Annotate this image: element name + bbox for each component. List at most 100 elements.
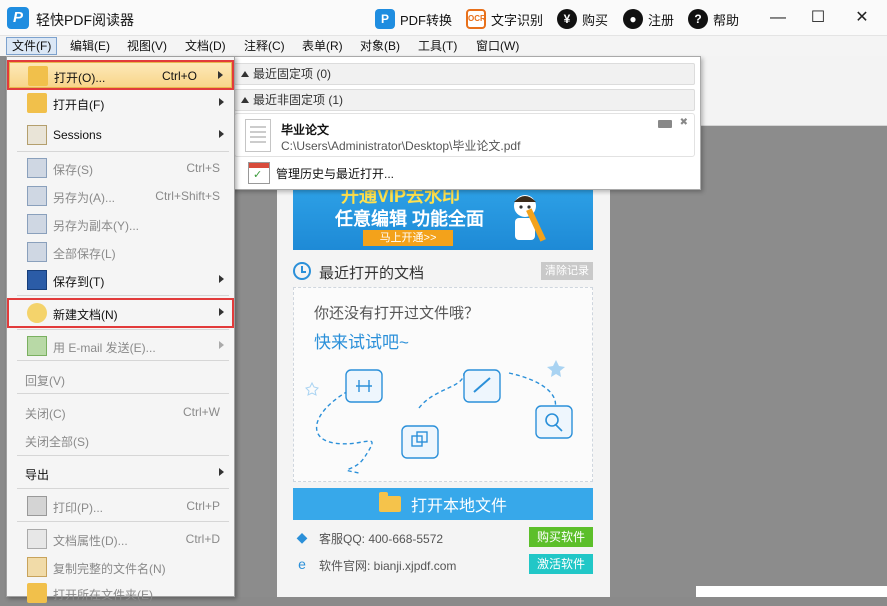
properties-icon [27, 529, 47, 549]
menu-separator [17, 360, 229, 361]
menu-item-new-document[interactable]: 新建文档(N) [7, 298, 234, 328]
open-from-icon [27, 93, 47, 113]
menu-item-print[interactable]: 打印(P)... Ctrl+P [9, 493, 232, 519]
menu-edit[interactable]: 编辑(E) [65, 37, 115, 55]
menu-form[interactable]: 表单(R) [297, 37, 348, 55]
menu-item-label: 复制完整的文件名(N) [53, 562, 166, 576]
ocr-icon: OCR [466, 9, 486, 29]
menu-item-save-copy[interactable]: 另存为副本(Y)... [9, 211, 232, 237]
menu-bar: 文件(F) 编辑(E) 视图(V) 文档(D) 注释(C) 表单(R) 对象(B… [0, 36, 887, 56]
menu-item-sessions[interactable]: Sessions [9, 122, 232, 148]
menu-separator [17, 488, 229, 489]
menu-view[interactable]: 视图(V) [122, 37, 172, 55]
menu-item-open-folder[interactable]: 打开所在文件夹(E) [9, 580, 232, 606]
menu-tools[interactable]: 工具(T) [413, 37, 462, 55]
menu-item-label: 导出 [25, 468, 50, 482]
clock-icon [293, 262, 311, 280]
title-bar: P 轻快PDF阅读器 P PDF转换 OCR 文字识别 ¥ 购买 ● 注册 ? … [0, 0, 887, 36]
app-logo-icon: P [7, 7, 29, 29]
empty-message: 你还没有打开过文件哦？ [314, 305, 480, 322]
banner-open-vip-button[interactable]: 马上开通>> [363, 230, 453, 246]
calendar-icon [248, 162, 270, 184]
open-local-file-button[interactable]: 打开本地文件 [293, 488, 593, 520]
menu-item-label: Sessions [53, 128, 102, 142]
recent-file-name: 毕业论文 [281, 123, 330, 137]
vip-banner[interactable]: 开通VIP去水印 任意编辑 功能全面 马上开通>> [293, 180, 593, 250]
menu-separator [17, 521, 229, 522]
menu-item-label: 保存到(T) [53, 275, 105, 289]
menu-item-shortcut: Ctrl+O [161, 69, 197, 83]
menu-item-label: 新建文档(N) [53, 308, 118, 322]
register-button[interactable]: ● 注册 [623, 8, 674, 30]
menu-item-revert[interactable]: 回复(V) [9, 366, 232, 392]
menu-item-save[interactable]: 保存(S) Ctrl+S [9, 155, 232, 181]
submenu-arrow-icon [219, 130, 224, 138]
menu-item-label: 打开自(F) [53, 98, 105, 112]
menu-item-open-from[interactable]: 打开自(F) [9, 90, 232, 116]
remove-icon[interactable]: ✖ [680, 117, 688, 128]
menu-item-shortcut: Ctrl+D [185, 532, 220, 546]
ocr-button[interactable]: OCR 文字识别 [466, 8, 543, 30]
menu-object[interactable]: 对象(B) [355, 37, 405, 55]
user-icon: ● [623, 9, 643, 29]
menu-item-label: 关闭(C) [25, 407, 66, 421]
help-button[interactable]: ? 帮助 [688, 8, 739, 30]
activate-software-button[interactable]: 激活软件 [528, 554, 593, 574]
menu-item-save-all[interactable]: 全部保存(L) [9, 239, 232, 265]
start-panel: 开通VIP去水印 任意编辑 功能全面 马上开通>> 最近打开的文档 清除记录 你… [277, 180, 610, 597]
buy-button[interactable]: ¥ 购买 [557, 8, 608, 30]
menu-item-copy-filename[interactable]: 复制完整的文件名(N) [9, 554, 232, 580]
save-all-icon [27, 242, 47, 262]
banner-subline: 任意编辑 功能全面 [335, 209, 485, 229]
menu-item-label: 保存(S) [53, 163, 93, 177]
menu-item-label: 用 E-mail 发送(E)... [53, 341, 156, 355]
menu-separator [17, 295, 229, 296]
menu-comment[interactable]: 注释(C) [239, 37, 290, 55]
website-row: e 软件官网: bianji.xjpdf.com 激活软件 [293, 553, 593, 575]
pdf-convert-button[interactable]: P PDF转换 [375, 8, 452, 30]
menu-item-export[interactable]: 导出 [9, 460, 232, 486]
pinned-section-header[interactable]: 最近固定项 (0) [234, 63, 695, 85]
save-as-icon [27, 186, 47, 206]
menu-item-label: 关闭全部(S) [25, 435, 89, 449]
menu-item-open[interactable]: 打开(O)... Ctrl+O [7, 60, 234, 90]
yen-icon: ¥ [557, 9, 577, 29]
manage-history-item[interactable]: 管理历史与最近打开... [248, 161, 394, 185]
pdf-file-icon [245, 119, 271, 152]
folder-open-icon [27, 583, 47, 603]
help-icon: ? [688, 9, 708, 29]
menu-item-label: 另存为副本(Y)... [53, 219, 139, 233]
menu-item-save-to[interactable]: 保存到(T) [9, 267, 232, 293]
menu-item-label: 打开(O)... [54, 71, 106, 85]
submenu-arrow-icon [219, 98, 224, 106]
pin-icon[interactable] [658, 120, 672, 128]
save-copy-icon [27, 214, 47, 234]
menu-item-close[interactable]: 关闭(C) Ctrl+W [9, 399, 232, 425]
close-window-button[interactable]: ✕ [848, 6, 876, 30]
menu-file[interactable]: 文件(F) [6, 37, 58, 55]
minimize-button[interactable]: — [764, 6, 792, 30]
menu-item-email[interactable]: 用 E-mail 发送(E)... [9, 333, 232, 359]
menu-separator [17, 329, 229, 330]
menu-item-shortcut: Ctrl+S [186, 161, 220, 175]
collapse-arrow-icon [241, 71, 249, 77]
recent-file-item[interactable]: 毕业论文 C:\Users\Administrator\Desktop\毕业论文… [234, 113, 695, 157]
menu-separator [17, 455, 229, 456]
clear-history-button[interactable]: 清除记录 [541, 262, 593, 280]
maximize-button[interactable]: ☐ [804, 6, 832, 30]
unpinned-section-header[interactable]: 最近非固定项 (1) [234, 89, 695, 111]
menu-item-save-as[interactable]: 另存为(A)... Ctrl+Shift+S [9, 183, 232, 209]
printer-icon [27, 496, 47, 516]
browser-icon: e [298, 556, 306, 572]
help-label: 帮助 [713, 12, 740, 28]
empty-illustration-icon [305, 360, 573, 474]
manage-history-label: 管理历史与最近打开... [276, 166, 395, 181]
pdf-convert-label: PDF转换 [400, 12, 453, 28]
qq-icon: ◆ [296, 529, 308, 545]
menu-window[interactable]: 窗口(W) [471, 37, 524, 55]
menu-document[interactable]: 文档(D) [180, 37, 231, 55]
buy-software-button[interactable]: 购买软件 [528, 527, 593, 547]
menu-item-doc-properties[interactable]: 文档属性(D)... Ctrl+D [9, 526, 232, 552]
email-icon [27, 336, 47, 356]
menu-item-close-all[interactable]: 关闭全部(S) [9, 427, 232, 453]
